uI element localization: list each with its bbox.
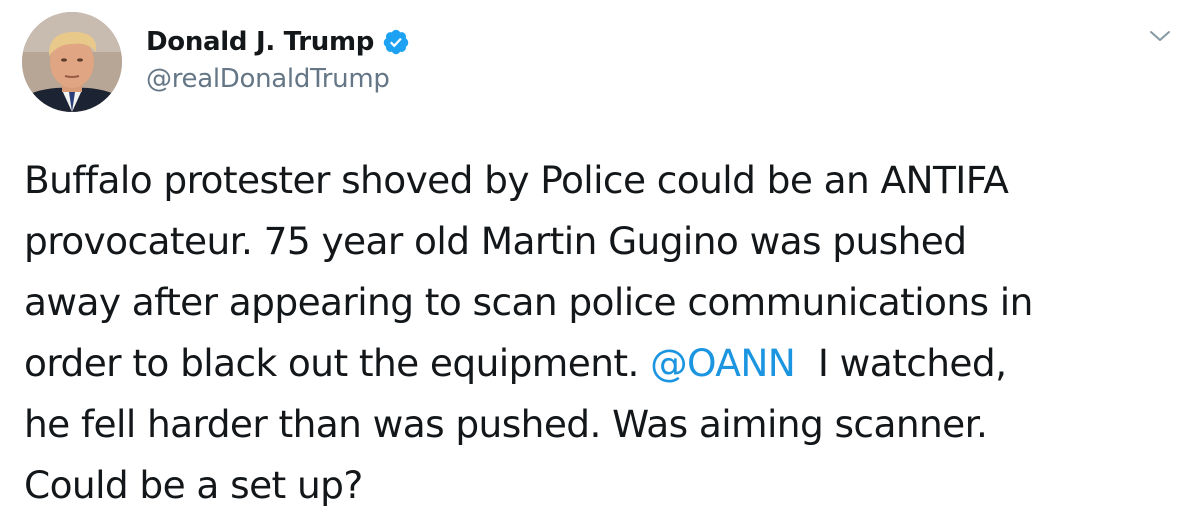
avatar[interactable]: [22, 12, 122, 112]
tweet-text-line: he fell harder than was pushed. Was aimi…: [24, 402, 988, 446]
author-display-name[interactable]: Donald J. Trump: [146, 27, 374, 57]
tweet-text-line: Buffalo protester shoved by Police could…: [24, 158, 1009, 202]
verified-badge-icon: [382, 28, 410, 56]
avatar-image: [22, 12, 122, 112]
tweet-card: Donald J. Trump @realDonaldTrump Buffalo…: [0, 0, 1200, 525]
tweet-text: Buffalo protester shoved by Police could…: [24, 150, 1189, 516]
mention-link[interactable]: @OANN: [650, 341, 796, 385]
tweet-text-line: order to black out the equipment. @OANN …: [24, 333, 1189, 394]
chevron-down-icon[interactable]: [1146, 26, 1174, 46]
tweet-text-segment: order to black out the equipment.: [24, 341, 651, 385]
tweet-text-segment: I watched,: [795, 341, 1007, 385]
author-name-row: Donald J. Trump: [146, 22, 410, 62]
tweet-text-line: away after appearing to scan police comm…: [24, 280, 1033, 324]
tweet-text-line: Could be a set up?: [24, 463, 363, 507]
tweet-header: Donald J. Trump @realDonaldTrump: [146, 22, 410, 94]
tweet-text-line: provocateur. 75 year old Martin Gugino w…: [24, 219, 967, 263]
author-handle[interactable]: @realDonaldTrump: [146, 64, 410, 94]
